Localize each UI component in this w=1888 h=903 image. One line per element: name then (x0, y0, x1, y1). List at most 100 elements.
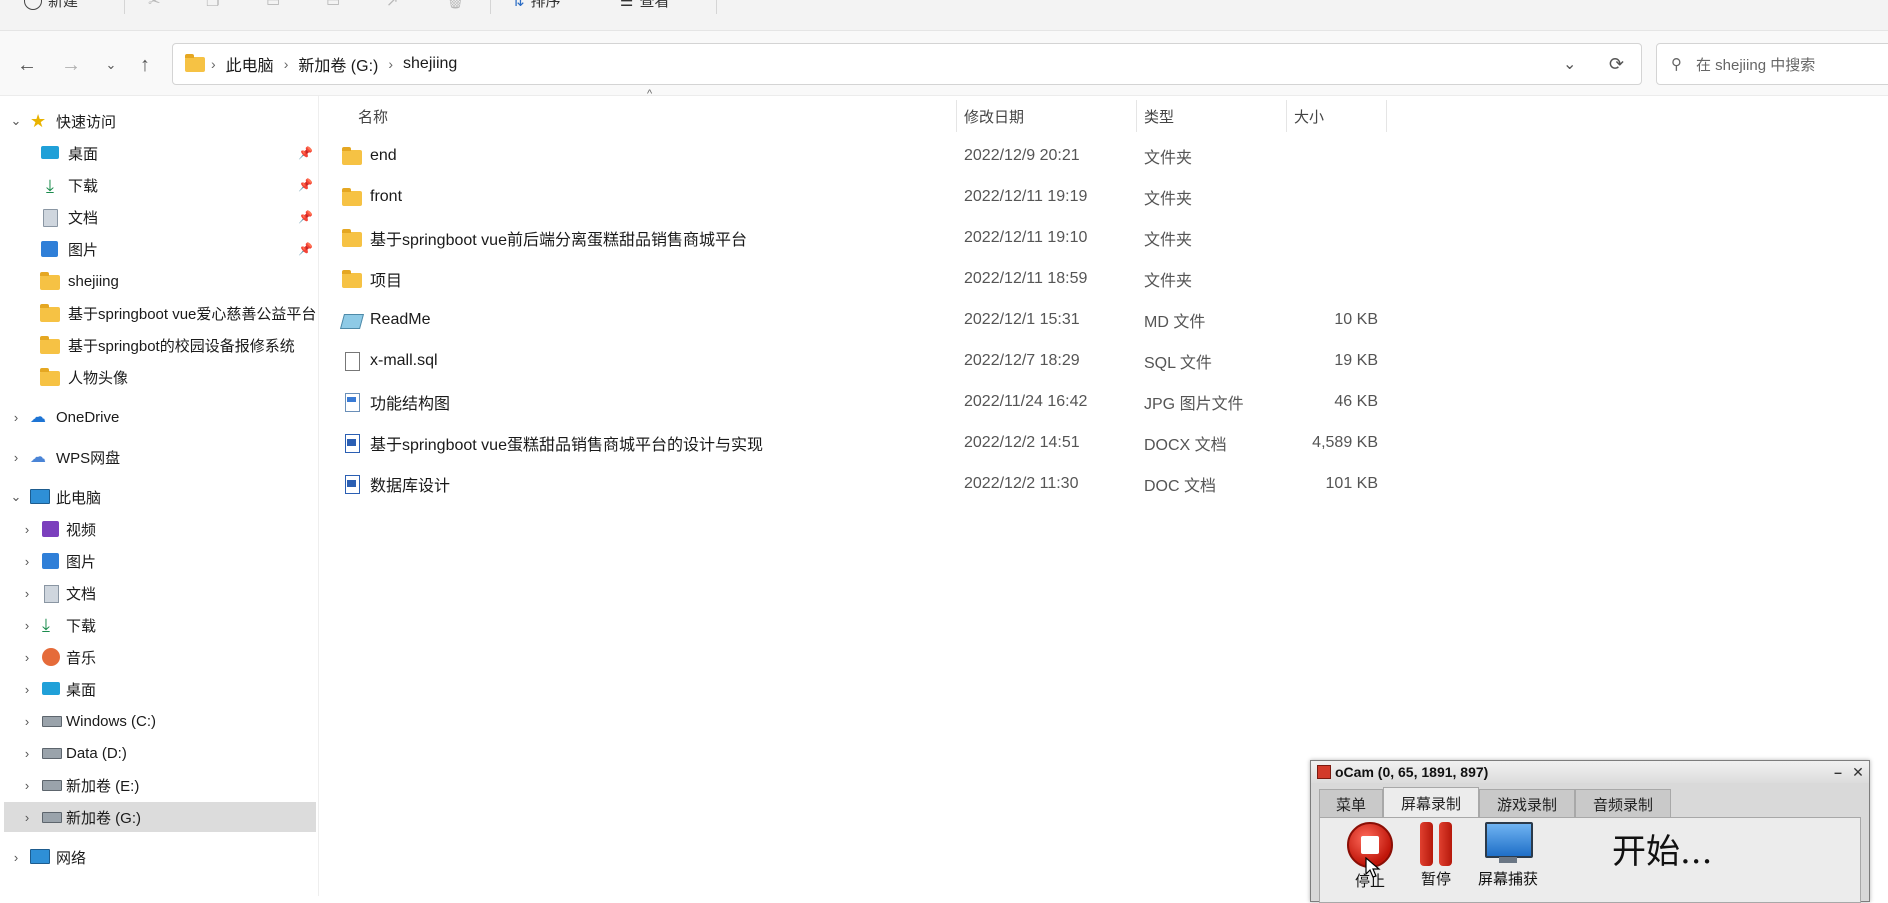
up-button[interactable]: ↑ (130, 51, 160, 79)
column-header-size[interactable]: 大小 (1294, 96, 1324, 136)
file-row[interactable]: 基于springboot vue前后端分离蛋糕甜品销售商城平台 2022/12/… (320, 217, 1388, 258)
ocam-tab-screen-record[interactable]: 屏幕录制 (1383, 787, 1479, 819)
sidebar-item-downloads[interactable]: ⤓ 下载 📌 (40, 170, 318, 200)
sidebar-item-drive-c[interactable]: › Windows (C:) (0, 706, 318, 736)
folder-icon (342, 269, 362, 288)
sidebar-item-label: 新加卷 (G:) (66, 809, 141, 827)
chevron-right-icon[interactable]: › (20, 682, 34, 697)
column-header-row: ^ 名称 修改日期 类型 大小 (320, 88, 1888, 136)
close-icon[interactable]: ✕ (1849, 761, 1867, 783)
sidebar-item-pictures[interactable]: 图片 📌 (40, 234, 318, 264)
chevron-right-icon[interactable]: › (20, 554, 34, 569)
blank-file-icon (342, 351, 362, 371)
pin-icon[interactable]: 📌 (298, 178, 313, 192)
sidebar-item-repair-system[interactable]: 基于springbot的校园设备报修系统 (40, 330, 318, 360)
column-header-name[interactable]: 名称 (358, 96, 388, 136)
sidebar-item-drive-g[interactable]: › 新加卷 (G:) (4, 802, 316, 832)
sidebar-onedrive[interactable]: › ☁ OneDrive (0, 402, 318, 432)
file-row[interactable]: end 2022/12/9 20:21 文件夹 (320, 135, 1388, 176)
sidebar-item-avatars[interactable]: 人物头像 (40, 362, 318, 392)
ocam-tab-game-record[interactable]: 游戏录制 (1479, 789, 1575, 818)
chevron-right-icon[interactable]: › (20, 714, 34, 729)
pin-icon[interactable]: 📌 (298, 146, 313, 160)
ocam-screen-capture-button[interactable]: 屏幕捕获 (1472, 822, 1544, 889)
rename-icon[interactable]: ▭ (326, 0, 344, 10)
sidebar-item-pictures-pc[interactable]: › 图片 (0, 546, 318, 576)
ocam-status-text: 开始... (1612, 832, 1713, 872)
breadcrumb-shejiing[interactable]: shejiing (403, 55, 457, 73)
view-button[interactable]: ☰ 查看 (620, 0, 669, 11)
search-box[interactable]: ⚲ 在 shejiing 中搜索 (1656, 43, 1888, 85)
paste-icon[interactable]: ▭ (266, 0, 284, 10)
breadcrumb-this-pc[interactable]: 此电脑 (226, 52, 274, 76)
file-size (1260, 217, 1378, 258)
sidebar-item-desktop[interactable]: 桌面 📌 (40, 138, 318, 168)
sidebar-item-drive-e[interactable]: › 新加卷 (E:) (0, 770, 318, 800)
chevron-right-icon[interactable]: › (20, 522, 34, 537)
address-bar[interactable]: › 此电脑 › 新加卷 (G:) › shejiing ⌄ ⟳ (172, 43, 1642, 85)
file-row[interactable]: 基于springboot vue蛋糕甜品销售商城平台的设计与实现 2022/12… (320, 422, 1388, 463)
sidebar-item-label: 桌面 (66, 681, 97, 699)
sort-button[interactable]: ⇅ 排序 (512, 0, 561, 11)
sidebar-item-shejiing[interactable]: shejiing (40, 266, 318, 296)
chevron-right-icon[interactable]: › (20, 746, 34, 761)
ocam-title-bar[interactable]: oCam (0, 65, 1891, 897) – ✕ (1311, 761, 1869, 783)
cut-icon[interactable]: ✂ (148, 0, 166, 10)
file-row[interactable]: 功能结构图 2022/11/24 16:42 JPG 图片文件 46 KB (320, 381, 1388, 422)
ocam-pause-button[interactable]: 暂停 (1406, 822, 1466, 889)
file-date: 2022/12/11 18:59 (964, 269, 1088, 287)
folder-icon (40, 304, 60, 322)
chevron-right-icon[interactable]: › (20, 618, 34, 633)
chevron-right-icon[interactable]: › (9, 850, 23, 865)
chevron-right-icon[interactable]: › (9, 450, 23, 465)
chevron-right-icon[interactable]: › (9, 410, 23, 425)
file-row[interactable]: front 2022/12/11 19:19 文件夹 (320, 176, 1388, 217)
search-input[interactable]: 在 shejiing 中搜索 (1696, 54, 1815, 75)
file-row[interactable]: 数据库设计 2022/12/2 11:30 DOC 文档 101 KB (320, 463, 1388, 504)
sidebar-item-drive-d[interactable]: › Data (D:) (0, 738, 318, 768)
column-resize-handle[interactable] (1286, 100, 1287, 132)
minimize-icon[interactable]: – (1829, 761, 1847, 783)
file-row[interactable]: x-mall.sql 2022/12/7 18:29 SQL 文件 19 KB (320, 340, 1388, 381)
sidebar-item-music[interactable]: › 音乐 (0, 642, 318, 672)
pin-icon[interactable]: 📌 (298, 210, 313, 224)
column-resize-handle[interactable] (1136, 100, 1137, 132)
delete-icon[interactable]: 🗑 (446, 0, 465, 10)
file-row[interactable]: ReadMe 2022/12/1 15:31 MD 文件 10 KB (320, 299, 1388, 340)
sidebar-item-downloads-pc[interactable]: › ⤓ 下载 (0, 610, 318, 640)
column-resize-handle[interactable] (956, 100, 957, 132)
sidebar-item-label: 下载 (68, 177, 99, 195)
chevron-right-icon[interactable]: › (20, 586, 34, 601)
ocam-tab-audio-record[interactable]: 音频录制 (1575, 789, 1671, 818)
breadcrumb-drive-g[interactable]: 新加卷 (G:) (298, 52, 378, 76)
back-button[interactable]: ← (12, 51, 42, 79)
new-button[interactable]: 新建 (24, 0, 78, 11)
recent-locations-button[interactable]: ⌄ (96, 51, 126, 79)
pin-icon[interactable]: 📌 (298, 242, 313, 256)
forward-button[interactable]: → (56, 51, 86, 79)
share-icon[interactable]: ↗ (386, 0, 404, 10)
sidebar-wps[interactable]: › ☁ WPS网盘 (0, 442, 318, 472)
sidebar-network[interactable]: › 网络 (0, 842, 318, 872)
copy-icon[interactable]: ❐ (206, 0, 224, 10)
sidebar-this-pc[interactable]: ⌄ 此电脑 (0, 482, 318, 512)
column-header-type[interactable]: 类型 (1144, 96, 1174, 136)
chevron-right-icon[interactable]: › (20, 810, 34, 825)
sidebar-item-documents-pc[interactable]: › 文档 (0, 578, 318, 608)
column-resize-handle[interactable] (1386, 100, 1387, 132)
file-row[interactable]: 项目 2022/12/11 18:59 文件夹 (320, 258, 1388, 299)
chevron-right-icon[interactable]: › (20, 650, 34, 665)
ocam-window[interactable]: oCam (0, 65, 1891, 897) – ✕ 菜单 屏幕录制 游戏录制… (1310, 760, 1870, 903)
address-history-chevron-icon[interactable]: ⌄ (1563, 54, 1576, 74)
sidebar-quick-access[interactable]: ⌄ ★ 快速访问 (0, 106, 318, 136)
column-header-date[interactable]: 修改日期 (964, 96, 1024, 136)
chevron-down-icon[interactable]: ⌄ (9, 489, 23, 505)
refresh-icon[interactable]: ⟳ (1609, 54, 1624, 75)
chevron-down-icon[interactable]: ⌄ (9, 113, 23, 129)
ocam-tab-menu[interactable]: 菜单 (1319, 789, 1383, 818)
sidebar-item-desktop-pc[interactable]: › 桌面 (0, 674, 318, 704)
sidebar-item-videos[interactable]: › 视频 (0, 514, 318, 544)
sidebar-item-documents[interactable]: 文档 📌 (40, 202, 318, 232)
sidebar-item-charity-platform[interactable]: 基于springboot vue爱心慈善公益平台 (40, 298, 318, 328)
chevron-right-icon[interactable]: › (20, 778, 34, 793)
